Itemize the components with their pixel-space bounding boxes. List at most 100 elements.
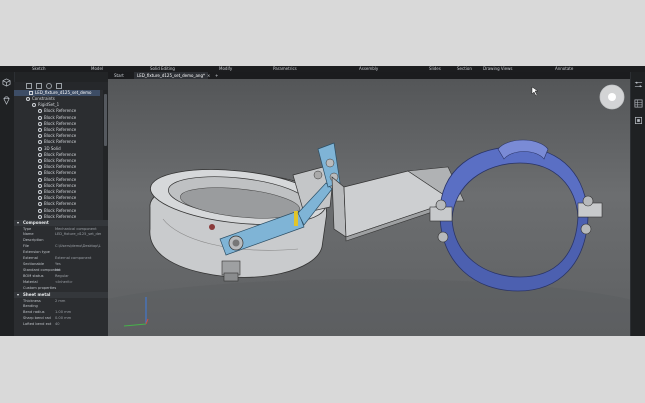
tree-item-label: Block Reference	[44, 170, 77, 176]
property-row[interactable]: Thickness 2 mm	[14, 299, 108, 305]
block-reference-icon	[38, 165, 42, 170]
tree-item[interactable]: Block Reference	[14, 152, 100, 158]
tree-item[interactable]: Block Reference	[14, 177, 100, 183]
browser-view-icon[interactable]	[56, 83, 62, 89]
view-cube-icon[interactable]	[599, 84, 625, 110]
tree-item[interactable]: Block Reference	[14, 139, 100, 145]
grid-table-icon[interactable]	[634, 99, 643, 108]
tree-item[interactable]: Block Reference	[14, 214, 100, 220]
browser-expand-icon[interactable]	[36, 83, 42, 89]
tree-item[interactable]: 3D Solid	[14, 146, 100, 152]
block-reference-icon	[38, 109, 42, 114]
property-value[interactable]: No	[55, 268, 101, 274]
tree-item[interactable]: Block Reference	[14, 195, 100, 201]
property-row[interactable]: Custom properties	[14, 286, 108, 292]
tree-scrollbar-thumb[interactable]	[104, 94, 107, 146]
tree-item[interactable]: Block Reference	[14, 158, 100, 164]
tab-start[interactable]: Start	[111, 72, 127, 79]
block-reference-icon	[38, 177, 42, 182]
block-reference-icon	[38, 202, 42, 207]
tree-item-label: Block Reference	[44, 139, 77, 145]
sheet-metal-section-header[interactable]: ▾ Sheet metal	[14, 292, 108, 298]
properties-sliders-icon[interactable]	[634, 80, 643, 89]
material-gem-icon[interactable]	[2, 96, 11, 105]
property-key: Thickness	[23, 298, 41, 303]
tree-item-label: Block Reference	[44, 195, 77, 201]
browser-toolbar	[14, 82, 108, 90]
menu-sketch[interactable]: Sketch	[32, 66, 45, 72]
tree-item[interactable]: Block Reference	[14, 183, 100, 189]
property-row[interactable]: Material <Inherit>	[14, 280, 108, 286]
menu-model[interactable]: Model	[91, 66, 103, 72]
property-key: Sharp bend rad	[23, 316, 51, 321]
new-tab-button[interactable]: +	[212, 72, 221, 79]
property-row[interactable]: Standard component No	[14, 268, 108, 274]
tree-item-label: Block Reference	[44, 201, 77, 207]
pipe-clamp[interactable]	[429, 139, 603, 292]
property-key: Lofted bend ext	[23, 322, 52, 327]
3d-model-viewport[interactable]	[68, 79, 645, 336]
tree-item-label: Block Reference	[44, 176, 77, 182]
tree-item[interactable]: Block Reference	[14, 170, 100, 176]
component-section-title: Component	[23, 220, 49, 225]
property-key: Bending	[23, 304, 38, 309]
property-row[interactable]: Sectionable Yes	[14, 262, 108, 268]
property-value[interactable]: Regular	[55, 274, 101, 280]
property-value[interactable]: Mechanical component	[55, 227, 101, 233]
layers-icon[interactable]	[634, 116, 643, 125]
property-row[interactable]: BOM status Regular	[14, 274, 108, 280]
property-value[interactable]: 0.00 mm	[55, 316, 101, 322]
property-row[interactable]: Name LED_fixture_d125_set_demo	[14, 232, 108, 238]
tree-item[interactable]: Block Reference	[14, 208, 100, 214]
tree-item-label: Block Reference	[44, 182, 77, 188]
block-reference-icon	[38, 171, 42, 176]
property-value[interactable]: 2 mm	[55, 299, 101, 305]
property-row[interactable]: Sharp bend rad 0.00 mm	[14, 316, 108, 322]
property-row[interactable]: External External component	[14, 256, 108, 262]
tree-item-label: Block Reference	[44, 164, 77, 170]
property-value[interactable]: LED_fixture_d125_set_demo	[55, 232, 101, 238]
component-section-header[interactable]: ▾ Component	[14, 220, 108, 226]
assembly-icon	[29, 91, 33, 95]
tree-item[interactable]: Block Reference	[14, 115, 100, 121]
property-value[interactable]: <Inherit>	[55, 280, 101, 286]
property-row[interactable]: Extension type	[14, 250, 108, 256]
cad-application-window: Sketch Model Solid Editing Modify Parame…	[0, 66, 645, 336]
tree-item[interactable]: RigidSet_1	[14, 102, 100, 108]
block-reference-icon	[38, 196, 42, 201]
property-row[interactable]: Type Mechanical component	[14, 227, 108, 233]
tree-item[interactable]: Block Reference	[14, 133, 100, 139]
property-key: Bend radius	[23, 310, 45, 315]
browser-settings-icon[interactable]	[46, 83, 52, 89]
property-row[interactable]: Bending	[14, 304, 108, 310]
tree-item[interactable]: Block Reference	[14, 127, 100, 133]
cube-icon[interactable]	[2, 78, 11, 87]
tree-item-label: Block Reference	[44, 151, 77, 157]
property-row[interactable]: Bend radius 1.00 mm	[14, 310, 108, 316]
tree-item[interactable]: Block Reference	[14, 121, 100, 127]
property-value[interactable]: 1.00 mm	[55, 310, 101, 316]
property-value[interactable]: External component	[55, 256, 101, 262]
property-row[interactable]: File C:\Users\demo\Desktop\LED	[14, 244, 108, 250]
model-canvas[interactable]	[68, 79, 645, 336]
browser-filter-icon[interactable]	[26, 83, 32, 89]
block-reference-icon	[38, 128, 42, 132]
property-key: Description	[23, 238, 44, 243]
tab-drawing[interactable]: LED_fixture_d125_set_demo_ang*	[134, 72, 208, 79]
tree-item[interactable]: Block Reference	[14, 189, 100, 195]
tree-item[interactable]: Block Reference	[14, 164, 100, 170]
tree-item-label: Block Reference	[44, 120, 77, 126]
property-value[interactable]: 40	[55, 322, 101, 328]
block-reference-icon	[38, 121, 42, 126]
tree-item[interactable]: Constraints	[14, 96, 100, 102]
block-reference-icon	[38, 183, 42, 188]
property-value[interactable]: Yes	[55, 262, 101, 268]
document-tab-bar: Start LED_fixture_d125_set_demo_ang* × +	[108, 72, 630, 79]
tree-item-label: RigidSet_1	[38, 102, 60, 108]
block-reference-icon	[38, 115, 42, 120]
property-row[interactable]: Lofted bend ext 40	[14, 322, 108, 328]
property-value[interactable]: C:\Users\demo\Desktop\LED	[55, 244, 101, 250]
tree-item[interactable]: Block Reference	[14, 201, 100, 207]
tree-item[interactable]: Block Reference	[14, 108, 100, 114]
property-row[interactable]: Description	[14, 238, 108, 244]
